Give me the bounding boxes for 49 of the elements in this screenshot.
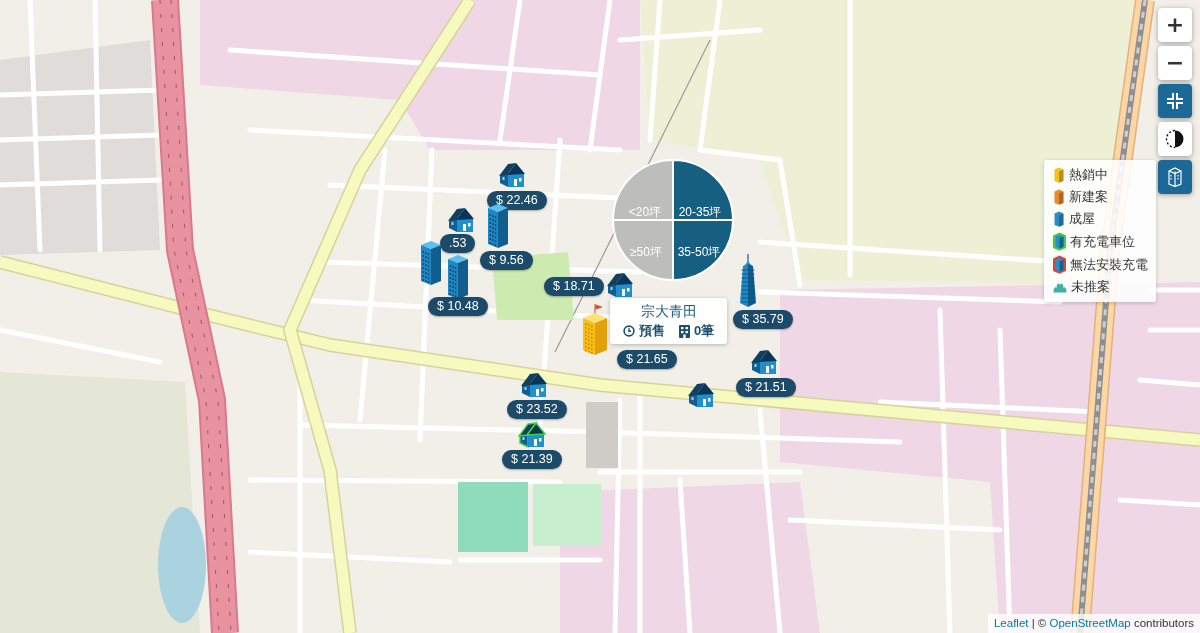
house-icon[interactable] xyxy=(447,205,475,233)
building-icon xyxy=(678,324,690,338)
price-label[interactable]: $ 21.65 xyxy=(617,350,677,369)
house-icon[interactable] xyxy=(518,420,546,448)
map-attribution: Leaflet | © OpenStreetMap contributors xyxy=(987,614,1200,633)
street xyxy=(1147,327,1200,333)
sale-status-text: 預售 xyxy=(638,323,665,339)
legend-label: 成屋 xyxy=(1069,210,1095,228)
legend-label: 新建案 xyxy=(1069,188,1108,206)
legend-label: 未推案 xyxy=(1071,278,1110,296)
price-label[interactable]: $ 9.56 xyxy=(480,251,533,270)
grass-area xyxy=(533,484,601,546)
zoom-in-button[interactable]: + xyxy=(1158,8,1192,42)
price-label[interactable]: $ 35.79 xyxy=(733,310,793,329)
project-title: 宗大青田 xyxy=(640,302,697,320)
skyscraper-icon[interactable] xyxy=(738,254,758,308)
house-icon[interactable] xyxy=(520,370,548,398)
legend-label: 熱銷中 xyxy=(1069,166,1108,184)
legend-label: 無法安裝充電 xyxy=(1070,255,1148,274)
price-label[interactable]: $ 10.48 xyxy=(428,297,488,316)
street xyxy=(1137,377,1200,388)
flag-building-icon[interactable] xyxy=(582,304,608,356)
sports-field xyxy=(458,482,528,552)
office-building-icon[interactable] xyxy=(487,203,509,249)
office-building-icon[interactable] xyxy=(420,240,442,286)
buildings-layer-button[interactable] xyxy=(1158,160,1192,194)
contrast-icon xyxy=(1165,129,1185,149)
size-filter-slice[interactable]: 35-50坪 xyxy=(672,219,734,281)
house-icon[interactable] xyxy=(606,270,634,298)
attribution-link[interactable]: Leaflet xyxy=(993,617,1029,629)
house-icon[interactable] xyxy=(687,380,715,408)
zoom-out-button[interactable]: − xyxy=(1158,46,1192,80)
building-icon xyxy=(1167,167,1183,187)
office-building-icon[interactable] xyxy=(447,254,469,300)
collapse-icon xyxy=(1166,92,1184,110)
contrast-button[interactable] xyxy=(1158,122,1192,156)
legend-label: 有充電車位 xyxy=(1070,232,1135,251)
collapse-button[interactable] xyxy=(1158,84,1192,118)
house-icon[interactable] xyxy=(498,160,526,188)
price-label[interactable]: $ 21.51 xyxy=(736,378,796,397)
price-label[interactable]: $ 23.52 xyxy=(507,400,567,419)
price-label[interactable]: $ 18.71 xyxy=(544,277,604,296)
size-filter-slice[interactable]: 20-35坪 xyxy=(672,159,734,221)
house-icon[interactable] xyxy=(750,347,778,375)
clock-icon xyxy=(622,325,635,337)
unit-count-text: 0筆 xyxy=(693,323,715,339)
attribution-link[interactable]: OpenStreetMap xyxy=(1049,617,1131,629)
plaza-area xyxy=(586,402,618,468)
price-label[interactable]: $ 21.39 xyxy=(502,450,562,469)
